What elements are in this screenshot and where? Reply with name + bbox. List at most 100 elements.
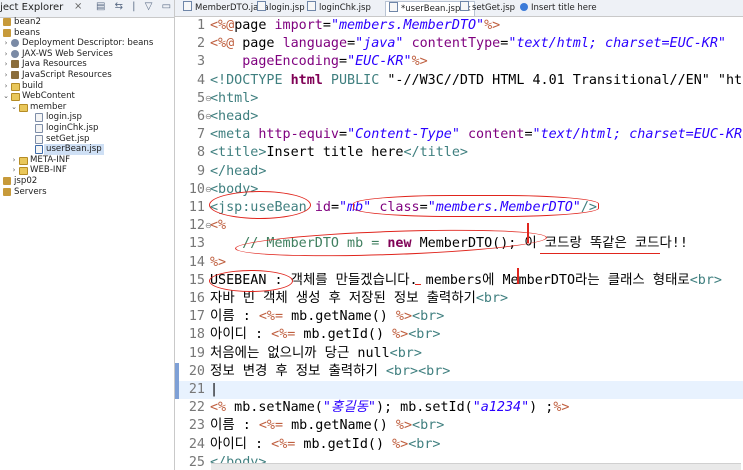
code-line[interactable]: 이름 : <%= mb.getName() %><br> [210,417,444,435]
code-line[interactable]: <%@page import="members.MemberDTO"%> [210,17,500,35]
tree-item[interactable]: ⌄ member [0,102,174,113]
code-line[interactable]: </head> [210,163,266,181]
code-token: <title> [210,145,267,161]
line-number: 3 [196,54,205,70]
code-token: "홍길동" [322,400,376,416]
code-token: ) ; [529,400,554,416]
collapsed-arrow-icon[interactable]: › [10,155,18,166]
expanded-arrow-icon[interactable]: ⌄ [2,91,10,102]
annotation-underline-class [353,195,599,217]
code-line[interactable]: %> [210,254,226,272]
collapsed-arrow-icon[interactable]: › [2,38,10,49]
code-line[interactable]: <!DOCTYPE html PUBLIC "-//W3C//DTD HTML … [210,72,743,90]
collapsed-arrow-icon[interactable]: › [10,165,18,176]
tree-item[interactable]: setGet.jsp [0,134,174,145]
tree-item[interactable]: › Deployment Descriptor: beans [0,38,174,49]
code-token: = [347,36,356,52]
code-token: PUBLIC [322,72,388,88]
tree-item[interactable]: loginChk.jsp [0,123,174,134]
code-token: Insert title here [266,145,404,161]
jsp-file-icon [460,1,469,11]
tree-item[interactable]: ⌄ WebContent [0,91,174,102]
code-line[interactable]: 정보 변경 후 정보 출력하기 <br><br> [210,363,450,381]
editor-tab[interactable]: login.jsp [257,1,305,15]
jar-icon [11,70,19,79]
tree-item-label: build [22,80,44,91]
code-line[interactable]: 아이디 : <%= mb.getId() %><br> [210,326,440,344]
tree-item[interactable]: › JavaScript Resources [0,70,174,81]
tree-item[interactable]: Servers [0,187,174,198]
line-number: 18 [188,327,205,343]
code-line[interactable]: pageEncoding="EUC-KR"%> [210,53,428,71]
code-line[interactable]: 자바 빈 객체 생성 후 저장된 정보 출력하기<br> [210,290,508,308]
annotation-stroke [517,267,519,284]
line-number: 22 [188,400,205,416]
line-number: 25 [188,454,205,470]
folder-icon [19,103,28,112]
editor-tab-bar: MemberDTO.java login.jsp loginChk.jsp *user… [175,0,743,17]
code-line[interactable]: <% mb.setName("홍길동"); mb.setId("a1234") … [210,399,569,417]
line-number: 5 [196,90,205,106]
jar-icon [11,60,19,69]
editor-tab[interactable]: loginChk.jsp [307,1,371,15]
code-line[interactable]: 이름 : <%= mb.getName() %><br> [210,308,444,326]
tree-item-label: member [30,101,67,112]
tree-item[interactable]: › JAX-WS Web Services [0,49,174,60]
project-explorer-tab[interactable]: oject Explorer ⨯ ▤ ⇆ | ▽ ▭ ▭ [0,0,174,18]
code-token: <%= [271,436,296,452]
code-line[interactable]: <title>Insert title here</title> [210,144,468,162]
expanded-arrow-icon[interactable]: ⌄ [10,102,18,113]
code-line[interactable]: <head> [210,108,258,126]
horizontal-scrollbar[interactable] [211,463,741,470]
tree-item-label: META-INF [30,154,71,165]
line-number: 10 [188,181,205,197]
folder-icon [11,82,20,91]
collapsed-arrow-icon[interactable]: › [2,70,10,81]
code-token: </head> [210,163,267,179]
line-number: 21 [188,382,205,397]
code-token: %> [484,18,501,33]
editor-tab-label: *userBean.jsp [401,4,461,14]
tree-item[interactable]: › META-INF [0,155,174,166]
code-line[interactable]: | [210,381,218,399]
line-number: 8 [196,145,205,161]
tree-item[interactable]: userBean.jsp [0,144,174,155]
code-token: 이름 : [210,418,259,434]
view-toolbar-icons[interactable]: ▤ ⇆ | ▽ ▭ ▭ [96,1,174,12]
jsp-file-icon [307,1,316,11]
tree-item[interactable]: › WEB-INF [0,165,174,176]
line-number: 19 [188,345,205,361]
tree-item-label: WebContent [22,91,75,102]
collapsed-arrow-icon[interactable]: › [2,81,10,92]
code-line[interactable]: <meta http-equiv="Content-Type" content=… [210,126,743,144]
code-area[interactable]: 1 <%@page import="members.MemberDTO"%> 2 <%… [175,17,743,470]
editor-tab-label: Insert title here [531,3,597,13]
editor-tab[interactable]: MemberDTO.java [183,1,269,15]
tree-item[interactable]: jsp02 [0,176,174,187]
collapsed-arrow-icon[interactable]: › [2,59,10,70]
code-token: 아이디 : [210,327,272,343]
tree-item-label: WEB-INF [30,165,67,176]
code-line[interactable]: <html> [210,90,258,108]
tree-item[interactable]: beans [0,28,174,39]
line-number: 23 [188,418,205,434]
editor-tab[interactable]: setGet.jsp [460,1,515,15]
line-number: 24 [188,436,205,452]
tree-item[interactable]: bean2 [0,17,174,28]
editor-tab[interactable]: Insert title here [520,1,597,15]
code-line[interactable]: <%@ page language="java" contentType="te… [210,35,726,53]
code-token: %> [411,54,428,70]
close-icon[interactable]: ⨯ [74,1,82,12]
collapsed-arrow-icon[interactable]: › [2,49,10,60]
code-token: %> [395,309,413,325]
code-line[interactable]: <% [210,217,226,235]
code-line[interactable]: 아이디 : <%= mb.getId() %><br> [210,436,440,454]
tree-item[interactable]: login.jsp [0,112,174,123]
gear-icon [11,49,19,58]
code-line[interactable]: 처음에는 없으니까 당근 null<br> [210,345,422,363]
tree-item[interactable]: › build [0,81,174,92]
tree-item[interactable]: › Java Resources [0,59,174,70]
code-token: = [339,127,348,143]
code-token: <br> [689,272,722,288]
